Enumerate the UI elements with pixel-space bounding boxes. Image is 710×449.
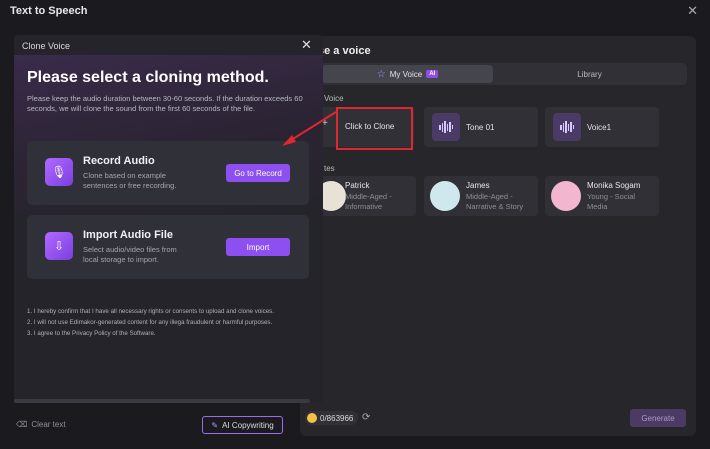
clone-voice-dialog: Clone Voice ✕ Please select a cloning me…: [14, 35, 323, 403]
ai-badge: AI: [426, 70, 439, 78]
preset-name: James: [466, 181, 490, 190]
voice-tabs: ☆ My Voice AI Library: [318, 63, 687, 85]
credit-balance: 0/863966: [320, 413, 354, 423]
preset-card-james[interactable]: James Middle-Aged - Narrative & Story: [424, 176, 538, 216]
microphone-icon: 🎙: [45, 158, 73, 186]
coin-icon: [307, 413, 317, 423]
refresh-icon[interactable]: ⟳: [362, 412, 370, 423]
voice-card-tone-01[interactable]: Tone 01: [424, 107, 538, 147]
term-item: 2. I will not use Edimakor-generated con…: [27, 319, 273, 326]
preset-description: Middle-Aged - Narrative & Story: [466, 192, 524, 211]
tab-library[interactable]: Library: [504, 65, 675, 83]
my-voice-section-label: Voice: [324, 94, 344, 103]
waveform-icon: [553, 113, 581, 141]
avatar: [551, 181, 581, 211]
preset-description: Young - Social Media: [587, 192, 636, 211]
dialog-description: Please keep the audio duration between 3…: [27, 94, 303, 113]
close-dialog-icon[interactable]: ✕: [301, 37, 312, 53]
star-icon: ☆: [376, 68, 386, 80]
voice-name: Tone 01: [466, 123, 495, 132]
voice-panel-title: se a voice: [318, 45, 371, 57]
tab-library-label: Library: [577, 69, 602, 79]
ai-copywriting-label: AI Copywriting: [222, 420, 274, 430]
dialog-title: Clone Voice: [22, 41, 71, 51]
waveform-icon: [432, 113, 460, 141]
option-description: Select audio/video files from local stor…: [83, 245, 177, 264]
option-description: Clone based on example sentences or free…: [83, 171, 177, 190]
dialog-heading: Please select a cloning method.: [27, 69, 269, 86]
close-window-icon[interactable]: ✕: [687, 3, 698, 19]
option-record-audio[interactable]: 🎙 Record Audio Clone based on example se…: [27, 141, 309, 205]
dialog-scrollbar[interactable]: [14, 399, 310, 403]
go-to-record-button[interactable]: Go to Record: [226, 164, 290, 182]
voice-name: Voice1: [587, 123, 612, 132]
option-title: Import Audio File: [83, 229, 174, 241]
import-file-icon: ⇩: [45, 232, 73, 260]
credits-display: 0/863966: [305, 411, 359, 425]
preset-description: Middle-Aged - Informative: [345, 192, 392, 211]
red-arrow-annotation: [282, 111, 337, 146]
favorites-section-label: tes: [324, 164, 335, 173]
tab-my-voice-label: My Voice: [389, 69, 423, 79]
term-item: 1. I hereby confirm that I have all nece…: [27, 308, 274, 315]
text-to-speech-window: Text to Speech ✕ se a voice ☆ My Voice A…: [0, 0, 710, 449]
eraser-icon: ⌫: [16, 420, 28, 429]
app-title: Text to Speech: [10, 5, 88, 17]
terms-list: 1. I hereby confirm that I have all nece…: [27, 306, 274, 339]
avatar: [430, 181, 460, 211]
preset-name: Monika Sogam: [587, 181, 641, 190]
ai-copywriting-button[interactable]: ✎ AI Copywriting: [202, 416, 283, 434]
magic-wand-icon: ✎: [211, 420, 219, 430]
generate-button[interactable]: Generate: [630, 409, 686, 427]
import-button[interactable]: Import: [226, 238, 290, 256]
preset-card-monika-sogam[interactable]: Monika Sogam Young - Social Media: [545, 176, 659, 216]
term-item: 3. I agree to the Privacy Policy of the …: [27, 330, 156, 337]
preset-card-patrick[interactable]: Patrick Middle-Aged - Informative: [316, 176, 416, 216]
clear-text-label: Clear text: [31, 420, 66, 429]
preset-name: Patrick: [345, 181, 370, 190]
clear-text-button[interactable]: ⌫ Clear text: [16, 420, 66, 429]
voice-panel: [300, 36, 696, 436]
highlight-box: [336, 107, 413, 150]
title-bar: Text to Speech ✕: [0, 0, 710, 22]
option-import-audio[interactable]: ⇩ Import Audio File Select audio/video f…: [27, 215, 309, 279]
option-title: Record Audio: [83, 155, 155, 167]
voice-card-voice1[interactable]: Voice1: [545, 107, 659, 147]
tab-my-voice[interactable]: ☆ My Voice AI: [322, 65, 493, 83]
